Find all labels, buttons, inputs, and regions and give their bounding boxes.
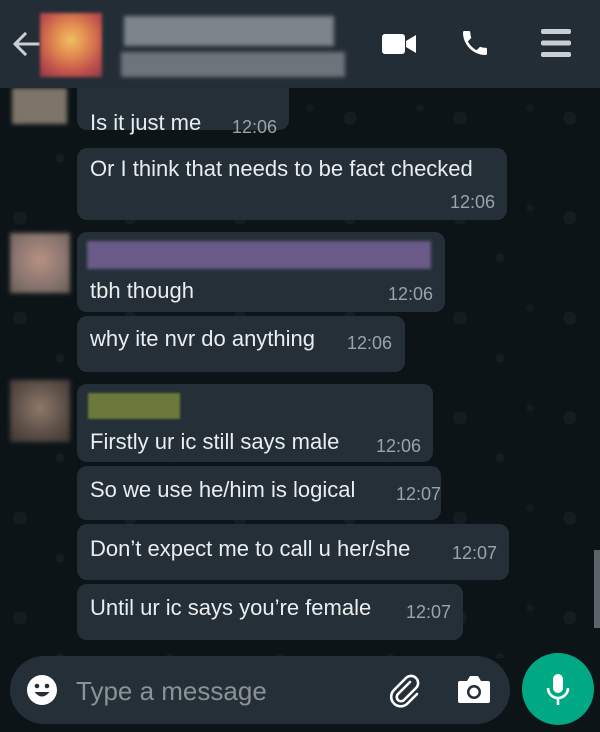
contact-status-redacted[interactable] bbox=[121, 52, 345, 77]
message-text: Or I think that needs to be fact checked bbox=[90, 156, 473, 181]
camera-icon[interactable] bbox=[456, 673, 492, 705]
message-text: Until ur ic says you’re female bbox=[90, 595, 372, 620]
chat-messages-area[interactable]: Is it just me 12:06 Or I think that need… bbox=[0, 88, 600, 658]
message-text: Don’t expect me to call u her/she bbox=[90, 536, 411, 561]
contact-avatar[interactable] bbox=[40, 13, 102, 77]
emoji-icon[interactable] bbox=[26, 674, 58, 706]
contact-name-redacted[interactable] bbox=[124, 16, 334, 46]
scrollbar[interactable] bbox=[594, 550, 600, 628]
sender-avatar[interactable] bbox=[10, 380, 70, 442]
sender-avatar[interactable] bbox=[10, 233, 70, 293]
sender-name-redacted bbox=[87, 241, 431, 269]
sender-avatar[interactable] bbox=[12, 88, 67, 124]
message-time: 12:06 bbox=[376, 436, 422, 456]
message-time: 12:06 bbox=[450, 192, 496, 212]
chat-header bbox=[0, 0, 600, 88]
message-text: Firstly ur ic still says male bbox=[90, 429, 340, 454]
message-time: 12:07 bbox=[452, 543, 498, 563]
message-text: So we use he/him is logical bbox=[90, 477, 356, 502]
message-text: tbh though bbox=[90, 278, 194, 303]
message-time: 12:06 bbox=[388, 284, 434, 304]
message-time: 12:07 bbox=[406, 602, 452, 622]
message-text: Is it just me bbox=[90, 110, 202, 135]
message-input-placeholder[interactable]: Type a message bbox=[76, 676, 267, 707]
message-time: 12:06 bbox=[347, 333, 393, 353]
video-camera-icon[interactable] bbox=[381, 31, 417, 57]
message-time: 12:07 bbox=[396, 484, 442, 504]
message-text: why ite nvr do anything bbox=[90, 326, 316, 351]
message-time: 12:06 bbox=[232, 117, 278, 137]
arrow-left-icon[interactable] bbox=[10, 28, 42, 60]
menu-icon[interactable] bbox=[541, 27, 571, 59]
phone-icon[interactable] bbox=[459, 27, 491, 59]
sender-name-redacted bbox=[88, 393, 180, 419]
paperclip-icon[interactable] bbox=[386, 672, 422, 708]
microphone-icon[interactable] bbox=[544, 673, 572, 707]
